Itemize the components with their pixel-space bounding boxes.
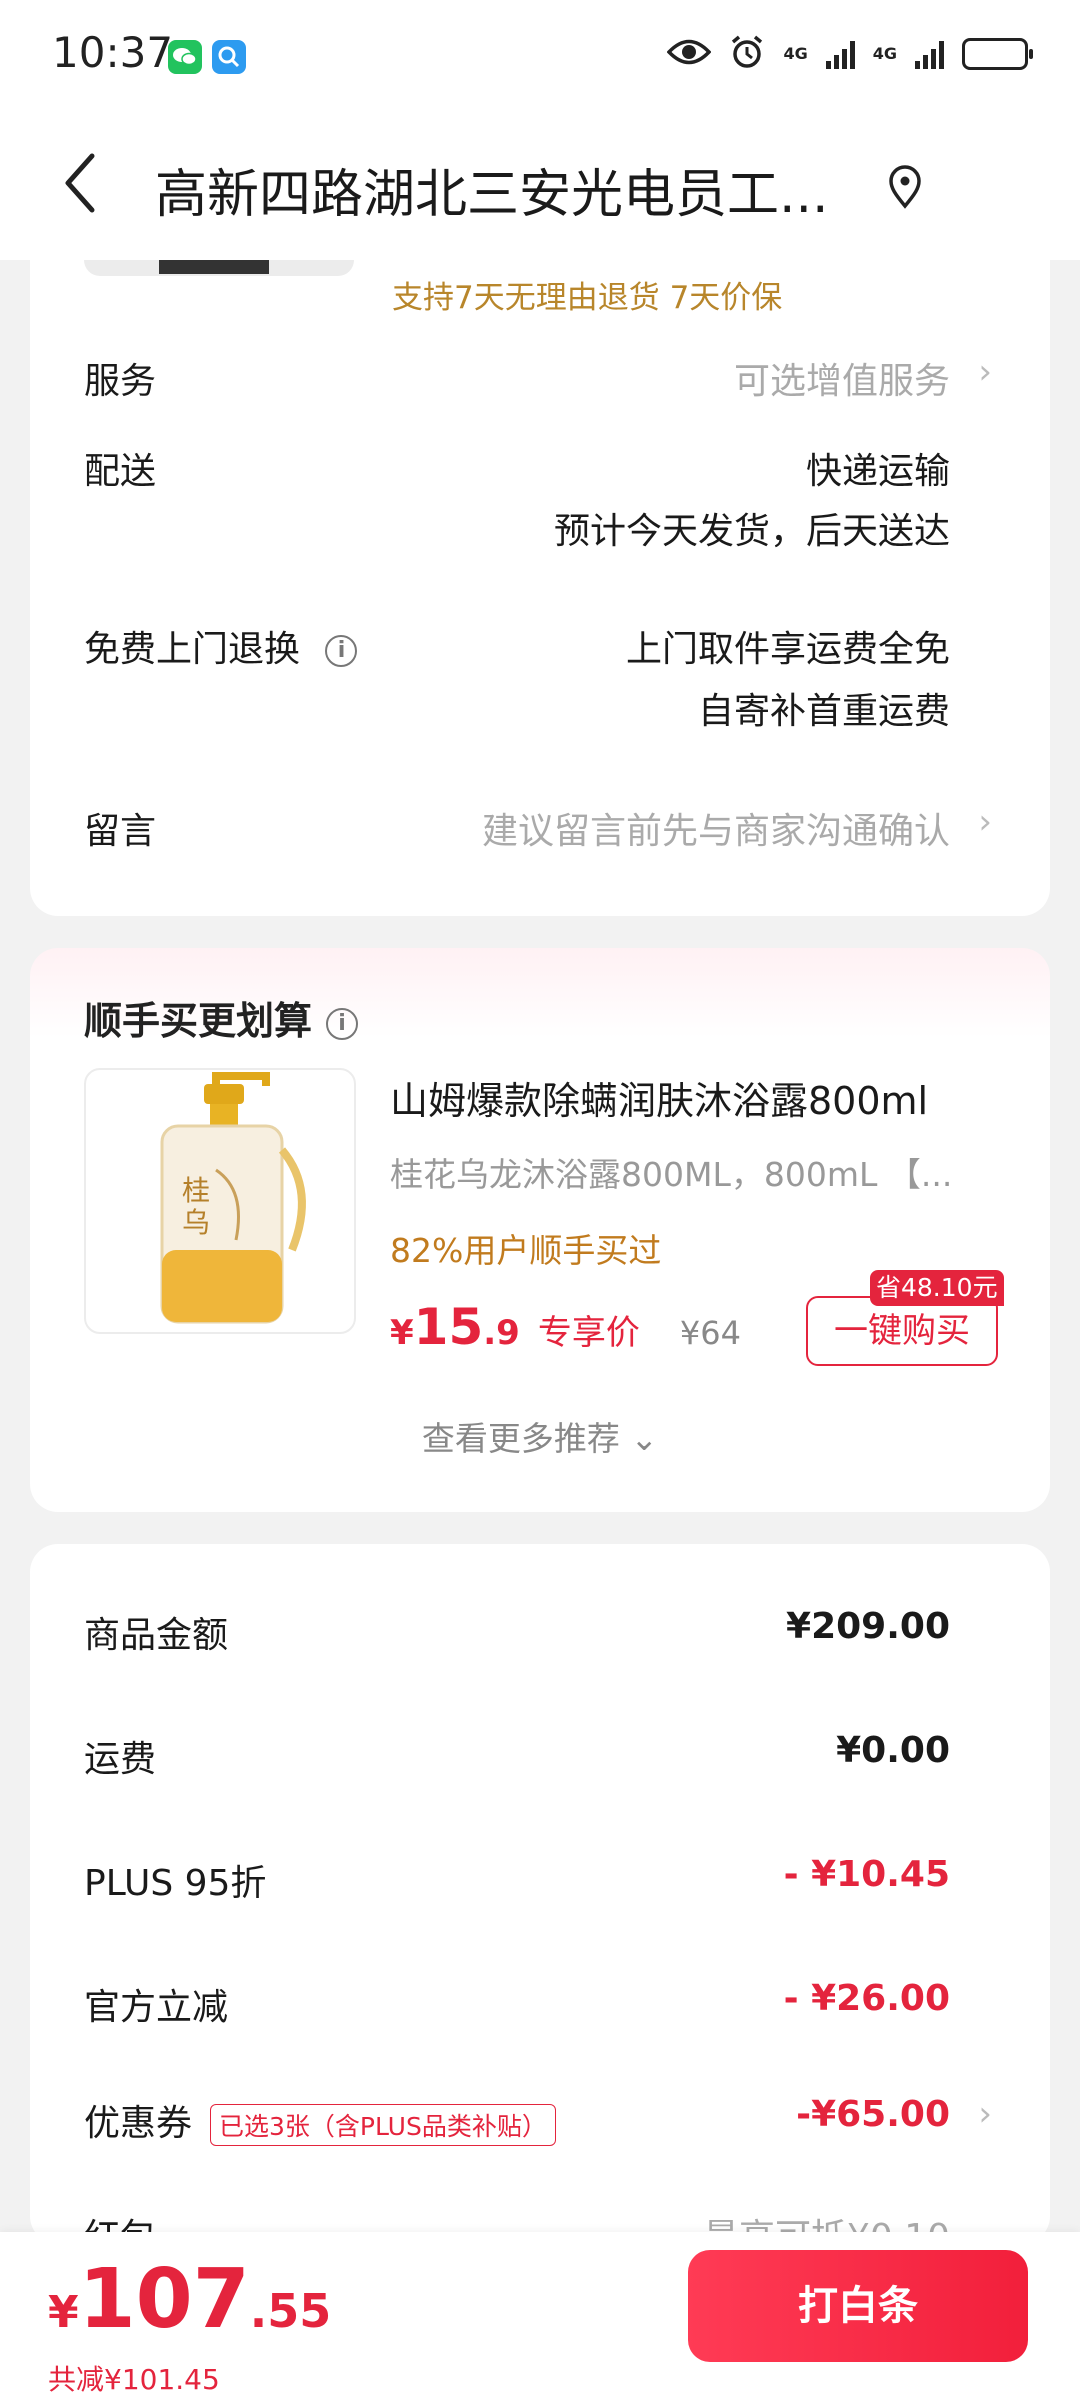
return-label-text: 免费上门退换 <box>84 629 301 670</box>
price-tag: 专享价 <box>537 1313 640 1353</box>
signal-icon-2 <box>915 39 944 69</box>
product-spec[interactable]: 桂花乌龙沐浴露800ML，800mL 【... <box>390 1148 990 1196</box>
goods-amount-label: 商品金额 <box>84 1615 229 1656</box>
delivery-method: 快递运输 <box>805 451 950 492</box>
plus-discount-value: - ¥10.45 <box>783 1854 950 1895</box>
purchase-rate: 82%用户顺手买过 <box>390 1231 662 1270</box>
product-image[interactable]: 桂 乌 <box>84 1068 356 1334</box>
address-title[interactable]: 高新四路湖北三安光电员工... <box>155 152 875 227</box>
product-thumbnail <box>84 260 354 276</box>
total-integer: 107 <box>78 2252 250 2347</box>
wechat-icon <box>168 40 202 74</box>
price-row: ¥ 15 .9 专享价 ¥64 <box>390 1298 741 1356</box>
status-time: 10:37 <box>52 28 174 77</box>
coupon-tag: 已选3张（含PLUS品类补贴） <box>210 2104 556 2146</box>
plus-discount-label: PLUS 95折 <box>84 1863 267 1904</box>
status-bar: 10:37 4G 4G <box>0 0 1080 110</box>
total-decimal: .55 <box>249 2284 332 2338</box>
info-icon[interactable]: i <box>325 635 358 667</box>
eye-icon <box>667 37 712 71</box>
order-options-card: 支持7天无理由退货 7天价保 服务 可选增值服务 › 配送 快递运输 预计今天发… <box>30 260 1050 916</box>
recommend-title-text: 顺手买更划算 <box>84 999 313 1043</box>
save-badge: 省48.10元 <box>870 1270 1004 1306</box>
recommend-card: 顺手买更划算 i 桂 乌 山姆爆款除螨润肤沐浴露800ml 桂花乌龙沐浴露800M… <box>30 948 1050 1512</box>
chevron-right-icon[interactable]: › <box>978 2094 992 2134</box>
price-integer: 15 <box>413 1298 484 1356</box>
signal-icon <box>825 39 855 69</box>
original-price: ¥64 <box>679 1314 741 1352</box>
location-pin-icon[interactable] <box>885 162 925 212</box>
network-type-1: 4G <box>783 44 808 63</box>
chevron-right-icon[interactable]: › <box>978 352 992 392</box>
freight-value: ¥0.00 <box>836 1730 950 1771</box>
chevron-down-icon: ⌄ <box>630 1419 659 1458</box>
goods-amount-value: ¥209.00 <box>786 1606 950 1647</box>
price-decimal: .9 <box>483 1313 520 1353</box>
more-recommend-link[interactable]: 查看更多推荐 ⌄ <box>30 1412 1050 1460</box>
message-input[interactable]: 建议留言前先与商家沟通确认 <box>482 802 950 854</box>
official-discount-label: 官方立减 <box>84 1987 229 2028</box>
checkout-bar: ¥ 107 .55 共减¥101.45 打白条 <box>0 2232 1080 2400</box>
chevron-right-icon[interactable]: › <box>978 802 992 842</box>
message-label: 留言 <box>84 811 157 852</box>
freight-label: 运费 <box>84 1739 157 1780</box>
official-discount-value: - ¥26.00 <box>783 1978 950 2019</box>
svg-text:乌: 乌 <box>182 1206 210 1239</box>
search-app-icon <box>212 40 246 74</box>
coupon-value[interactable]: -¥65.00 <box>796 2094 950 2135</box>
alarm-icon <box>729 34 765 74</box>
price-currency: ¥ <box>390 1313 414 1353</box>
total-savings[interactable]: 共减¥101.45 <box>48 2358 220 2398</box>
coupon-label-text: 优惠券 <box>84 2103 193 2144</box>
total-currency: ¥ <box>48 2287 79 2338</box>
return-line1: 上门取件享运费全免 <box>625 629 950 670</box>
price-summary-card: 商品金额 ¥209.00 运费 ¥0.00 PLUS 95折 - ¥10.45 … <box>30 1544 1050 2258</box>
coupon-label[interactable]: 优惠券 已选3张（含PLUS品类补贴） <box>84 2094 556 2146</box>
more-recommend-text: 查看更多推荐 <box>421 1419 620 1458</box>
network-type-2: 4G <box>872 44 897 63</box>
delivery-label: 配送 <box>84 451 157 492</box>
recommend-title: 顺手买更划算 i <box>84 990 359 1045</box>
header: 高新四路湖北三安光电员工... <box>0 110 1080 260</box>
delivery-eta: 预计今天发货，后天送达 <box>553 511 950 552</box>
product-name[interactable]: 山姆爆款除螨润肤沐浴露800ml <box>390 1070 928 1125</box>
service-label: 服务 <box>84 361 157 402</box>
back-icon[interactable] <box>58 148 108 218</box>
return-line2: 自寄补首重运费 <box>697 691 950 732</box>
pay-button[interactable]: 打白条 <box>688 2250 1028 2362</box>
info-icon[interactable]: i <box>326 1007 359 1040</box>
battery-icon <box>962 38 1033 70</box>
return-label: 免费上门退换 i <box>84 620 358 672</box>
one-click-buy-button[interactable]: 一键购买 <box>806 1296 998 1366</box>
return-guarantee: 支持7天无理由退货 7天价保 <box>392 280 783 316</box>
service-value[interactable]: 可选增值服务 <box>734 352 950 404</box>
total-price: ¥ 107 .55 <box>48 2252 331 2347</box>
svg-text:桂: 桂 <box>182 1174 210 1207</box>
